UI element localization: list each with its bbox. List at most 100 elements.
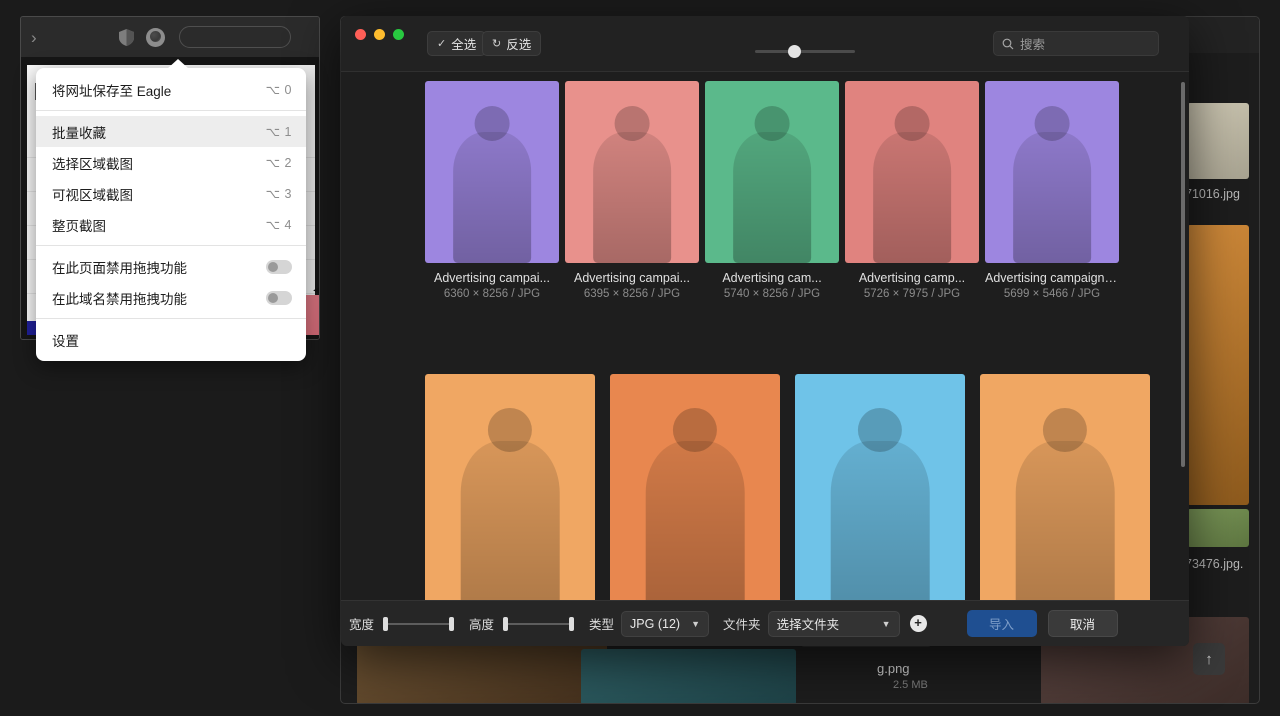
thumbnail-figure [831, 441, 930, 611]
chevron-right-icon[interactable]: › [31, 29, 37, 46]
import-label: 导入 [989, 614, 1014, 633]
width-range-slider[interactable] [381, 617, 455, 631]
thumbnail-figure [593, 132, 671, 263]
thumbnail-head [615, 106, 650, 141]
grid-item[interactable]: Advertising campai...6395 × 8256 / JPG [565, 81, 699, 300]
range-handle-max[interactable] [449, 617, 454, 631]
grid-item-meta: 6395 × 8256 / JPG [565, 288, 699, 300]
grid-scrollbar[interactable] [1181, 82, 1185, 467]
traffic-light-buttons [355, 29, 404, 40]
menu-item-label: 在此页面禁用拖拽功能 [52, 257, 187, 277]
height-range-slider[interactable] [501, 617, 575, 631]
shield-icon[interactable] [119, 29, 134, 46]
menu-item-shortcut: ⌥ 0 [266, 82, 292, 97]
eagle-extension-icon[interactable] [146, 28, 165, 47]
grid-item[interactable]: Advertising campaign can...5856 × 7888 /… [980, 374, 1150, 611]
thumbnail-figure [733, 132, 811, 263]
bg-thumbnail [581, 649, 796, 704]
menu-separator [36, 245, 306, 246]
select-all-label: 全选 [451, 34, 476, 53]
grid-item-thumbnail [795, 374, 965, 611]
grid-item[interactable]: Advertising campaign cann...6284 × 8256 … [610, 374, 780, 611]
browser-url-bar[interactable] [179, 26, 291, 48]
import-button[interactable]: 导入 [967, 610, 1037, 637]
menu-separator [36, 318, 306, 319]
thumbnail-head [755, 106, 790, 141]
check-icon: ✓ [437, 37, 446, 50]
grid-item-thumbnail [425, 81, 559, 263]
grid-item-thumbnail [425, 374, 595, 611]
grid-item-thumbnail [610, 374, 780, 611]
dialog-footer: 宽度 高度 类型 JPG (12) ▼ 文件夹 选择文件夹 ▼ + [341, 600, 1189, 646]
thumbnail-head [895, 106, 930, 141]
dialog-image-grid[interactable]: Advertising campai...6360 × 8256 / JPGAd… [341, 72, 1189, 611]
menu-item[interactable]: 在此域名禁用拖拽功能 [36, 282, 306, 313]
type-select-value: JPG (12) [630, 617, 680, 631]
scroll-to-top-button[interactable]: ↑ [1193, 643, 1225, 675]
menu-item-toggle[interactable] [266, 260, 292, 274]
select-all-button[interactable]: ✓ 全选 [427, 31, 486, 56]
menu-item-shortcut: ⌥ 3 [266, 186, 292, 201]
minimize-window-button[interactable] [374, 29, 385, 40]
width-filter-label: 宽度 [349, 614, 374, 633]
folder-select-value: 选择文件夹 [777, 614, 840, 633]
grid-item[interactable]: Advertising campaign cann...5699 × 5466 … [985, 81, 1119, 300]
bg-file-name: 73476.jpg. [1185, 557, 1243, 571]
bg-file-size: 2.5 MB [893, 679, 928, 691]
range-handle-max[interactable] [569, 617, 574, 631]
menu-item-label: 选择区域截图 [52, 153, 133, 173]
type-filter-label: 类型 [589, 614, 614, 633]
invert-selection-label: 反选 [506, 34, 531, 53]
browser-extension-icons [119, 28, 165, 47]
cancel-label: 取消 [1070, 614, 1095, 633]
range-handle-min[interactable] [503, 617, 508, 631]
grid-item-caption: Advertising camp... [845, 271, 979, 285]
menu-item-label: 在此域名禁用拖拽功能 [52, 288, 187, 308]
plus-circle-icon[interactable]: + [910, 615, 927, 632]
folder-select[interactable]: 选择文件夹 ▼ [768, 611, 900, 637]
thumbnail-figure [873, 132, 951, 263]
slider-knob[interactable] [788, 45, 801, 58]
menu-item-label: 设置 [52, 330, 79, 350]
grid-item[interactable]: Advertising campaign can...5879 × 8109 /… [425, 374, 595, 611]
grid-item[interactable]: Advertising campaign cann...6386 × 8256 … [795, 374, 965, 611]
grid-item[interactable]: Advertising cam...5740 × 8256 / JPG [705, 81, 839, 300]
range-track [505, 623, 571, 625]
grid-item-thumbnail [845, 81, 979, 263]
menu-item[interactable]: 选择区域截图⌥ 2 [36, 147, 306, 178]
search-icon [1002, 38, 1014, 50]
menu-item-label: 将网址保存至 Eagle [52, 80, 171, 100]
range-handle-min[interactable] [383, 617, 388, 631]
thumbnail-head [858, 408, 902, 452]
eagle-extension-menu: 将网址保存至 Eagle ⌥ 0 批量收藏⌥ 1选择区域截图⌥ 2 可视区域截图 ⌥ 3… [36, 68, 306, 361]
grid-item-thumbnail [980, 374, 1150, 611]
menu-item-shortcut: ⌥ 4 [266, 217, 292, 232]
menu-item[interactable]: 可视区域截图 ⌥ 3 [36, 178, 306, 209]
menu-item-label: 可视区域截图 [52, 184, 133, 204]
cancel-button[interactable]: 取消 [1048, 610, 1118, 637]
grid-item-thumbnail [985, 81, 1119, 263]
menu-item-toggle[interactable] [266, 291, 292, 305]
thumbnail-figure [646, 441, 745, 611]
import-dialog: ✓ 全选 ↻ 反选 搜索 Advertising campai...6360 ×… [341, 16, 1189, 646]
slider-track [755, 50, 855, 53]
height-filter-label: 高度 [469, 614, 494, 633]
type-select[interactable]: JPG (12) ▼ [621, 611, 709, 637]
maximize-window-button[interactable] [393, 29, 404, 40]
invert-selection-button[interactable]: ↻ 反选 [482, 31, 541, 56]
menu-item[interactable]: 批量收藏⌥ 1 [36, 116, 306, 147]
search-input[interactable]: 搜索 [993, 31, 1159, 56]
menu-item[interactable]: 整页截图⌥ 4 [36, 209, 306, 240]
menu-item[interactable]: 设置 [36, 324, 306, 355]
close-window-button[interactable] [355, 29, 366, 40]
thumbnail-size-slider[interactable] [755, 50, 855, 53]
thumbnail-figure [461, 441, 560, 611]
menu-item[interactable]: 将网址保存至 Eagle ⌥ 0 [36, 74, 306, 105]
grid-item[interactable]: Advertising campai...6360 × 8256 / JPG [425, 81, 559, 300]
menu-item[interactable]: 在此页面禁用拖拽功能 [36, 251, 306, 282]
range-track [385, 623, 451, 625]
thumbnail-figure [453, 132, 531, 263]
grid-item-meta: 5740 × 8256 / JPG [705, 288, 839, 300]
grid-item[interactable]: Advertising camp...5726 × 7975 / JPG [845, 81, 979, 300]
grid-item-meta: 6360 × 8256 / JPG [425, 288, 559, 300]
